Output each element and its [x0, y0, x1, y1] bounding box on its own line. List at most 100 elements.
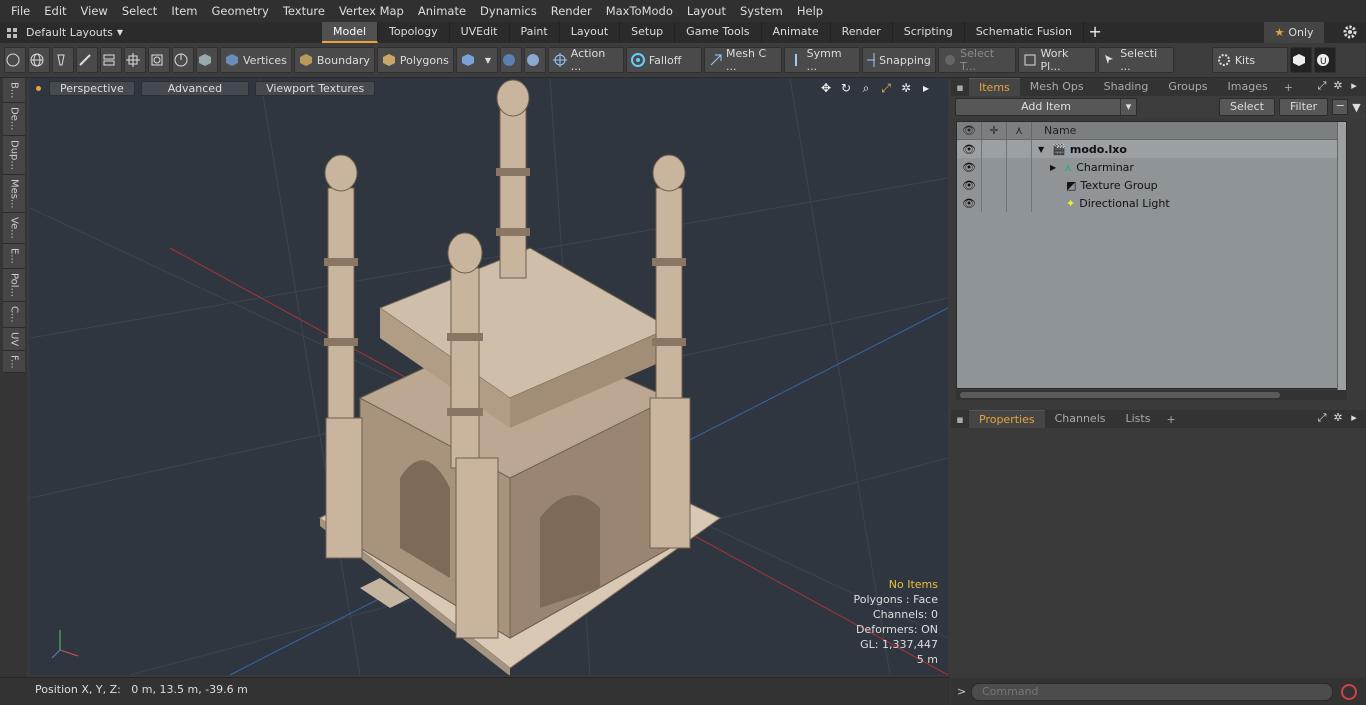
tab-scripting[interactable]: Scripting: [893, 22, 965, 43]
tree-horizontal-scrollbar[interactable]: [956, 390, 1347, 400]
tree-row-charminar[interactable]: 👁 ▶ ⋏ Charminar: [957, 158, 1346, 176]
advanced-button[interactable]: Advanced: [140, 80, 250, 96]
left-tab-edge[interactable]: E...: [3, 244, 25, 269]
tab-setup[interactable]: Setup: [620, 22, 676, 43]
tab-render[interactable]: Render: [831, 22, 893, 43]
tab-groups[interactable]: Groups: [1158, 78, 1217, 96]
collapse-icon[interactable]: −: [1332, 99, 1349, 115]
eye-icon[interactable]: 👁: [957, 140, 982, 158]
panel-arrow-icon[interactable]: ▸: [1346, 79, 1362, 93]
tab-channels[interactable]: Channels: [1045, 410, 1116, 428]
menu-geometry[interactable]: Geometry: [205, 0, 276, 22]
panel-menu-dot[interactable]: ▪: [951, 413, 969, 426]
eye-icon[interactable]: 👁: [957, 194, 982, 212]
unreal-button[interactable]: U: [1313, 47, 1336, 73]
menu-render[interactable]: Render: [544, 0, 599, 22]
record-icon[interactable]: [1341, 683, 1357, 700]
menu-file[interactable]: File: [4, 0, 37, 22]
tab-layout[interactable]: Layout: [560, 22, 621, 43]
panel-gear-icon[interactable]: ✲: [1330, 79, 1346, 93]
tab-paint[interactable]: Paint: [510, 22, 560, 43]
scroll-thumb[interactable]: [960, 392, 1280, 398]
left-tab-vertex[interactable]: Ve...: [3, 213, 25, 245]
kits-button[interactable]: Kits: [1211, 47, 1288, 73]
chevron-down-icon[interactable]: ▾: [1120, 99, 1136, 115]
tab-model[interactable]: Model: [322, 22, 379, 43]
name-column-header[interactable]: Name: [1032, 124, 1076, 137]
panel-arrow-icon[interactable]: ▸: [1346, 411, 1362, 425]
left-tab-basic[interactable]: B...: [3, 78, 25, 104]
tree-row-scene[interactable]: 👁 ▼ 🎬 modo.lxo: [957, 140, 1346, 158]
panel-menu-dot[interactable]: ▪: [951, 81, 969, 94]
tab-items[interactable]: Items: [969, 78, 1020, 96]
add-item-button[interactable]: Add Item ▾: [955, 98, 1137, 116]
tab-game-tools[interactable]: Game Tools: [675, 22, 762, 43]
command-input[interactable]: [971, 682, 1333, 701]
polygons-button[interactable]: Polygons: [376, 47, 454, 73]
filter-button[interactable]: Filter: [1278, 98, 1329, 116]
expand-arrow-icon[interactable]: ▼: [1038, 145, 1044, 154]
viewport-gear-icon[interactable]: ✲: [896, 81, 916, 95]
viewport-expand-icon[interactable]: ▸: [916, 81, 936, 95]
tree-row-texture-group[interactable]: 👁 ◩ Texture Group: [957, 176, 1346, 194]
mesh-constraint-button[interactable]: Mesh C ...: [703, 47, 782, 73]
fit-view-icon[interactable]: ⤢: [876, 81, 896, 95]
snapping-button[interactable]: Snapping: [861, 47, 936, 73]
action-center-button[interactable]: Action ...: [547, 47, 624, 73]
work-plane-button[interactable]: Work Pl...: [1017, 47, 1096, 73]
menu-vertex-map[interactable]: Vertex Map: [332, 0, 411, 22]
menu-dynamics[interactable]: Dynamics: [473, 0, 544, 22]
add-panel-tab-button[interactable]: +: [1160, 413, 1181, 426]
only-button[interactable]: ★ Only: [1264, 22, 1324, 43]
menu-item[interactable]: Item: [164, 0, 204, 22]
perspective-button[interactable]: Perspective: [49, 80, 135, 96]
left-tab-mesh-edit[interactable]: Mes...: [3, 174, 25, 214]
tab-schematic-fusion[interactable]: Schematic Fusion: [965, 22, 1085, 43]
eye-icon[interactable]: 👁: [957, 176, 982, 194]
zoom-view-icon[interactable]: ⌕: [856, 81, 876, 95]
menu-maxtomodo[interactable]: MaxToModo: [599, 0, 680, 22]
tab-animate[interactable]: Animate: [762, 22, 831, 43]
pie-button[interactable]: [172, 47, 194, 73]
center-button[interactable]: [124, 47, 146, 73]
tab-uvedit[interactable]: UVEdit: [450, 22, 510, 43]
align-button[interactable]: [100, 47, 122, 73]
tab-properties[interactable]: Properties: [969, 410, 1045, 428]
panel-gear-icon[interactable]: ✲: [1330, 411, 1346, 425]
symmetry-y-button[interactable]: [523, 47, 546, 73]
falloff-button[interactable]: Falloff: [625, 47, 702, 73]
expand-icon[interactable]: ⤢: [1314, 79, 1330, 93]
select-through-button[interactable]: Select T...: [937, 47, 1016, 73]
add-panel-tab-button[interactable]: +: [1278, 81, 1299, 94]
tree-row-directional-light[interactable]: 👁 ✦ Directional Light: [957, 194, 1346, 212]
menu-layout[interactable]: Layout: [680, 0, 733, 22]
type-column-icon[interactable]: ⋏: [1007, 121, 1032, 140]
tab-topology[interactable]: Topology: [378, 22, 450, 43]
layout-selector[interactable]: Default Layouts ▼: [0, 22, 322, 43]
funnel-icon[interactable]: ▼: [1352, 101, 1360, 114]
item-mode-button[interactable]: [196, 47, 218, 73]
left-tab-deform[interactable]: De...: [3, 103, 25, 136]
move-view-icon[interactable]: ✥: [816, 81, 836, 95]
left-tab-fusion[interactable]: F...: [3, 350, 25, 374]
element-button[interactable]: [148, 47, 170, 73]
tab-images[interactable]: Images: [1218, 78, 1278, 96]
boundary-button[interactable]: Boundary: [293, 47, 375, 73]
menu-edit[interactable]: Edit: [37, 0, 73, 22]
left-tab-polygon[interactable]: Pol...: [3, 268, 25, 302]
selection-sets-button[interactable]: Selecti ...: [1097, 47, 1174, 73]
select-button[interactable]: Select: [1219, 98, 1275, 116]
globe-button[interactable]: [28, 47, 50, 73]
lock-column-icon[interactable]: ✛: [982, 121, 1007, 140]
tab-shading[interactable]: Shading: [1094, 78, 1159, 96]
add-tab-button[interactable]: +: [1084, 22, 1106, 43]
pen-button[interactable]: [52, 47, 74, 73]
rotate-view-icon[interactable]: ↻: [836, 81, 856, 95]
menu-help[interactable]: Help: [790, 0, 830, 22]
eye-icon[interactable]: 👁: [957, 158, 982, 176]
visibility-column-icon[interactable]: 👁: [957, 121, 982, 140]
left-tab-duplicate[interactable]: Dup...: [3, 135, 25, 175]
gear-icon[interactable]: [1342, 24, 1358, 40]
left-tab-curve[interactable]: C...: [3, 301, 25, 328]
tab-lists[interactable]: Lists: [1116, 410, 1161, 428]
